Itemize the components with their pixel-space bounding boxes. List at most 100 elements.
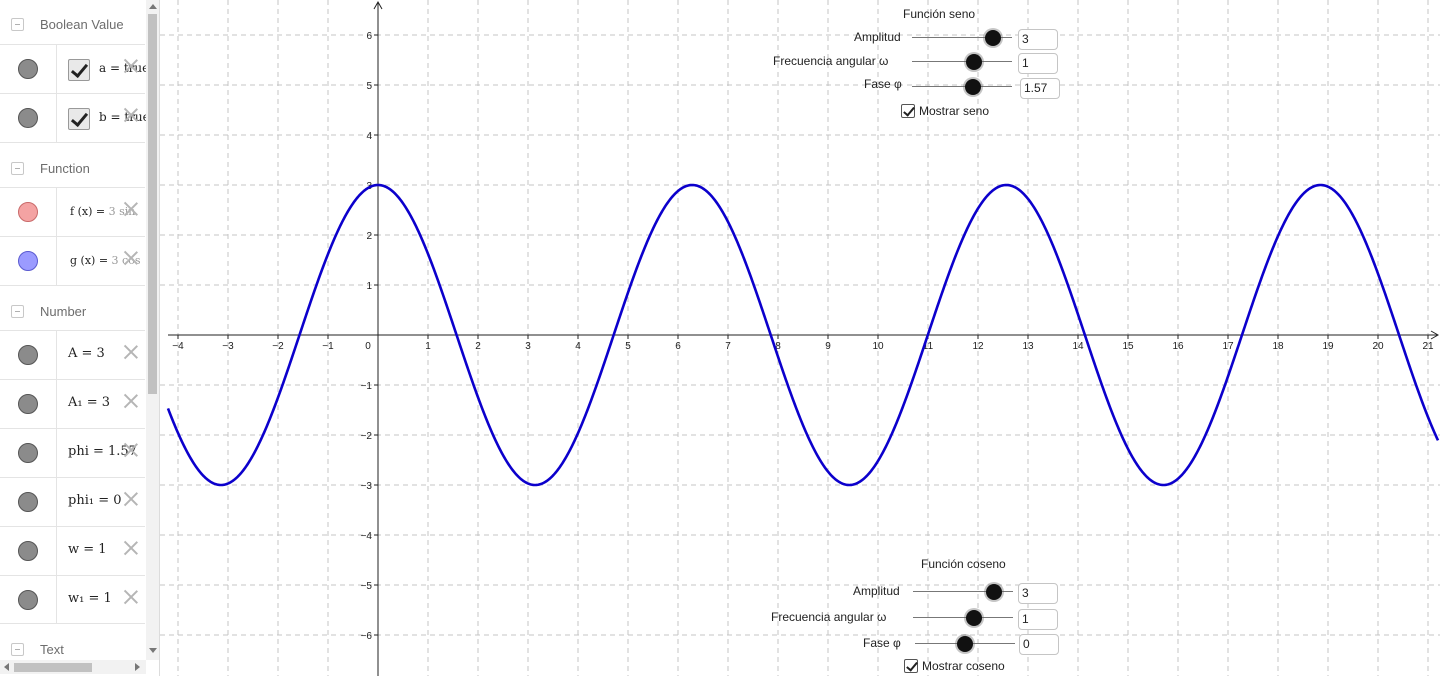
x-tick-label: 12 [972,341,984,352]
row-divider [56,94,57,142]
cosine-amplitude-slider[interactable]: Amplitud 3 [160,580,1060,604]
number-expression[interactable]: w₁ = 1 [68,591,112,606]
x-tick-label: 0 [365,341,371,352]
scroll-down-icon[interactable] [149,648,157,653]
slider-track[interactable] [913,617,1013,618]
function-graph[interactable]: −4 −3 −2 −1 0 1 2 3 4 5 6 7 8 9 10 11 12 13 14 15 16 17 18 19 20… [160,0,1440,676]
checkbox-checked-icon[interactable] [901,104,915,118]
axes [168,0,1440,676]
slider-knob[interactable] [966,54,982,70]
scroll-thumb[interactable] [148,14,157,394]
slider-knob[interactable] [966,610,982,626]
algebra-row-g[interactable]: g (x) = 3 cos [0,236,145,285]
phase-input[interactable]: 0 [1019,634,1059,655]
x-tick-label: 9 [825,341,831,352]
frequency-input[interactable]: 1 [1018,609,1058,630]
collapse-icon[interactable] [11,643,24,656]
category-function[interactable]: Function [0,142,145,190]
x-tick-label: −2 [272,341,284,352]
vertical-scrollbar[interactable] [146,0,159,660]
y-tick-label: −2 [361,431,373,442]
algebra-row-phi1[interactable]: phi₁ = 0 [0,477,145,526]
delete-icon[interactable] [122,343,140,361]
algebra-row-phi[interactable]: phi = 1.57 [0,428,145,477]
cosine-phase-slider[interactable]: Fase φ 0 [160,632,1060,656]
sine-amplitude-slider[interactable]: Amplitud 3 [160,26,1060,50]
graphics-view[interactable]: −4 −3 −2 −1 0 1 2 3 4 5 6 7 8 9 10 11 12 13 14 15 16 17 18 19 20… [160,0,1440,676]
visibility-toggle[interactable] [18,541,38,561]
algebra-row-f[interactable]: f (x) = 3 sin [0,187,145,236]
x-tick-label: 13 [1022,341,1034,352]
slider-knob[interactable] [957,636,973,652]
frequency-input[interactable]: 1 [1018,53,1058,74]
collapse-icon[interactable] [11,18,24,31]
delete-icon[interactable] [122,200,140,218]
algebra-row-w1[interactable]: w₁ = 1 [0,575,145,624]
amplitude-input[interactable]: 3 [1018,583,1058,604]
algebra-row-A[interactable]: A = 3 [0,330,145,379]
number-expression[interactable]: w = 1 [68,542,107,557]
cosine-frequency-slider[interactable]: Frecuencia angular ω 1 [160,606,1060,630]
checkbox-label: Mostrar seno [919,104,990,118]
sine-phase-slider[interactable]: Fase φ 1.57 [160,75,1060,99]
algebra-row-A1[interactable]: A₁ = 3 [0,379,145,428]
number-expression[interactable]: A₁ = 3 [68,395,110,410]
visibility-toggle[interactable] [18,251,38,271]
category-boolean[interactable]: Boolean Value [0,0,145,48]
grid [160,0,1440,676]
sine-frequency-slider[interactable]: Frecuencia angular ω 1 [160,50,1060,74]
x-tick-label: 19 [1322,341,1334,352]
visibility-toggle[interactable] [18,443,38,463]
x-tick-label: 6 [675,341,681,352]
delete-icon[interactable] [122,57,140,75]
delete-icon[interactable] [122,539,140,557]
amplitude-input[interactable]: 3 [1018,29,1058,50]
checkbox-label: Mostrar coseno [922,659,1005,673]
delete-icon[interactable] [122,106,140,124]
delete-icon[interactable] [122,490,140,508]
delete-icon[interactable] [122,588,140,606]
horizontal-scrollbar[interactable] [0,660,146,674]
visibility-toggle[interactable] [18,590,38,610]
visibility-toggle[interactable] [18,202,38,222]
x-tick-label: 18 [1272,341,1284,352]
slider-track[interactable] [912,61,1012,62]
slider-knob[interactable] [986,584,1002,600]
number-expression[interactable]: A = 3 [68,346,105,361]
visibility-toggle[interactable] [18,59,38,79]
scroll-right-icon[interactable] [135,663,140,671]
scroll-left-icon[interactable] [4,663,9,671]
x-tick-label: 16 [1172,341,1184,352]
scroll-thumb[interactable] [14,663,92,672]
slider-label: Fase φ [864,77,902,91]
slider-knob[interactable] [985,30,1001,46]
x-tick-label: −4 [172,341,184,352]
row-divider [56,527,57,575]
phase-input[interactable]: 1.57 [1020,78,1060,99]
collapse-icon[interactable] [11,305,24,318]
slider-track[interactable] [912,86,1012,87]
row-divider [56,429,57,477]
sine-panel-title: Función seno [903,7,976,21]
checkbox-b[interactable] [68,108,90,130]
row-divider [56,45,57,93]
delete-icon[interactable] [122,249,140,267]
algebra-row-b[interactable]: b = true [0,93,150,142]
visibility-toggle[interactable] [18,492,38,512]
collapse-icon[interactable] [11,162,24,175]
delete-icon[interactable] [122,441,140,459]
visibility-toggle[interactable] [18,108,38,128]
category-number[interactable]: Number [0,285,145,333]
algebra-row-w[interactable]: w = 1 [0,526,145,575]
delete-icon[interactable] [122,392,140,410]
number-expression[interactable]: phi₁ = 0 [68,493,122,508]
checkbox-checked-icon[interactable] [904,659,918,673]
algebra-row-a[interactable]: a = true [0,44,149,93]
visibility-toggle[interactable] [18,394,38,414]
x-tick-label: 15 [1122,341,1134,352]
slider-knob[interactable] [965,79,981,95]
visibility-toggle[interactable] [18,345,38,365]
checkbox-a[interactable] [68,59,90,81]
scroll-up-icon[interactable] [149,4,157,9]
category-label: Text [40,642,64,657]
